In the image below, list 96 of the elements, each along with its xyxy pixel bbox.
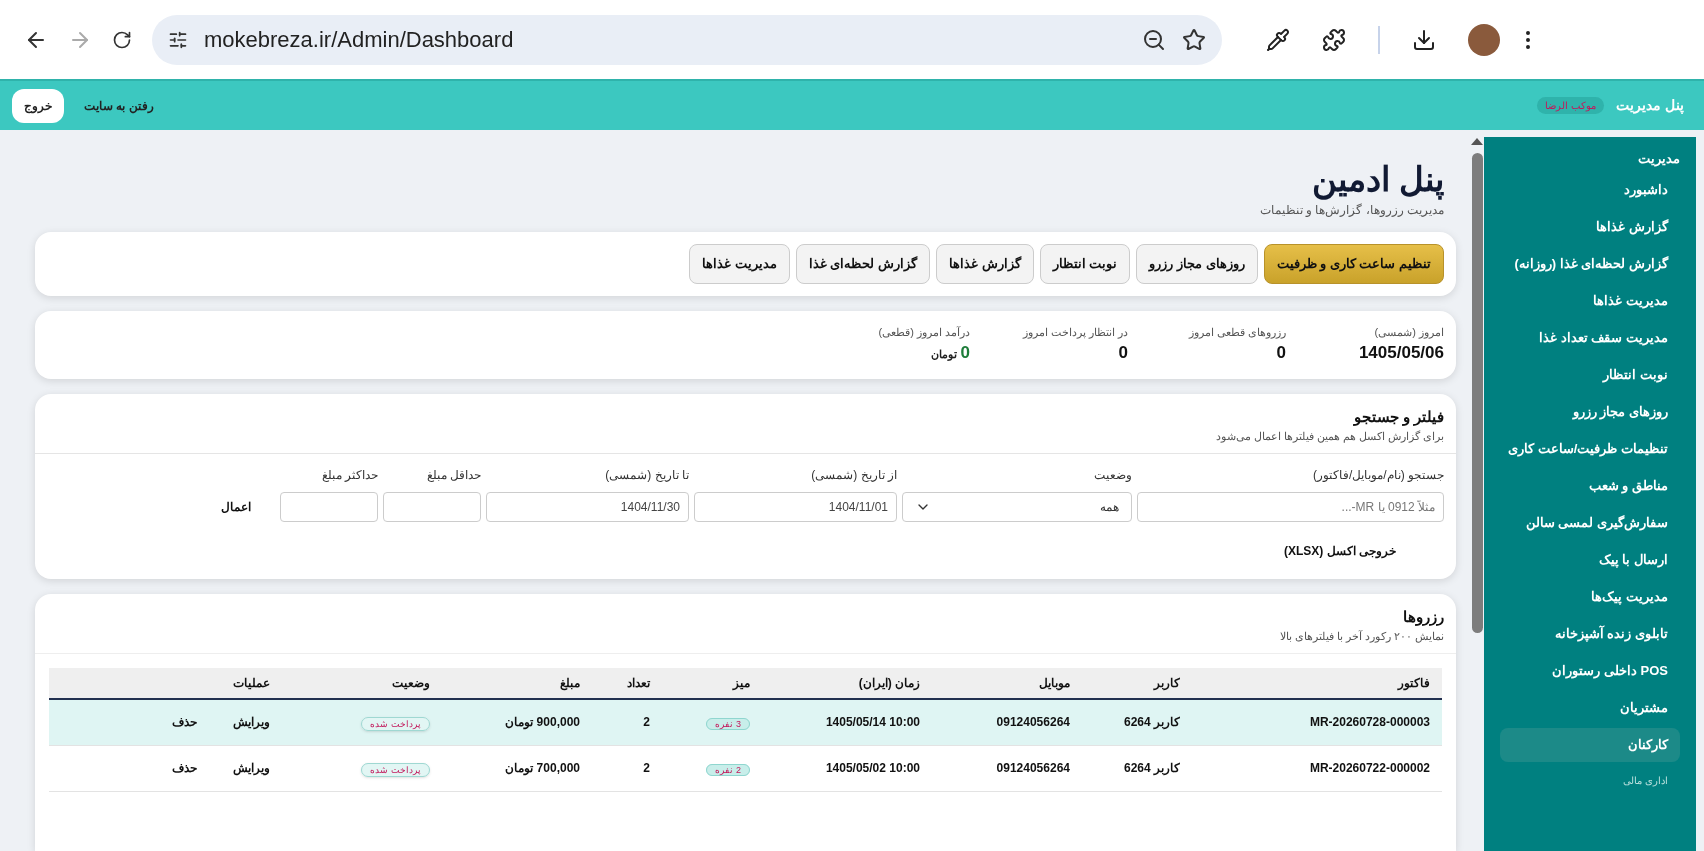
stat-unit: تومان: [930, 347, 957, 363]
table-cell-text: 10:00 1405/05/14: [824, 714, 921, 731]
column-header: زمان (ایران): [857, 674, 921, 692]
field-label: تا تاریخ (شمسی): [604, 466, 689, 484]
field-label: حداقل مبلغ: [425, 466, 481, 484]
field-label: جستجو (نام/موبایل/فاکتور): [1312, 466, 1444, 484]
table-cell-text: MR-20260728-000003: [1308, 714, 1431, 731]
sidebar-item[interactable]: ارسال با پیک: [1500, 543, 1680, 577]
sidebar-item[interactable]: داشبورد: [1500, 173, 1680, 207]
header-title: پنل مدیریت: [1616, 96, 1684, 116]
edit-link[interactable]: ویرایش: [233, 759, 270, 777]
sidebar-item[interactable]: تابلوی زنده آشپزخانه: [1500, 617, 1680, 651]
sidebar-item[interactable]: مدیریت سقف تعداد غذا: [1500, 321, 1680, 355]
table-cell-text: 2: [642, 760, 651, 777]
avatar[interactable]: [1468, 23, 1500, 56]
column-header: وضعیت: [391, 674, 431, 692]
input-field[interactable]: [280, 491, 378, 522]
column-header: فاکتور: [1396, 674, 1431, 692]
table-cell-text: 700,000 تومان: [504, 760, 581, 777]
sidebar-item[interactable]: مدیریت غذاها: [1500, 284, 1680, 318]
page-title: پنل ادمین: [1311, 159, 1444, 201]
stat-label: در انتظار پرداخت امروز: [1022, 324, 1128, 340]
stat-value: 1405/05/06: [1358, 342, 1444, 364]
tab[interactable]: مدیریت غذاها: [689, 243, 790, 284]
tab[interactable]: گزارش غذاها: [936, 243, 1034, 284]
zoom-icon[interactable]: [1142, 27, 1166, 52]
stat-value: 0: [1118, 342, 1128, 364]
address-bar[interactable]: mokebreza.ir/Admin/Dashboard: [152, 14, 1222, 65]
input-field[interactable]: مثلاً 0912 یا MR-...: [1137, 491, 1444, 522]
star-icon[interactable]: [1182, 27, 1206, 52]
edit-link[interactable]: ویرایش: [233, 713, 270, 731]
sidebar-item[interactable]: مشتریان: [1500, 691, 1680, 725]
tab[interactable]: نوبت انتظار: [1039, 243, 1131, 284]
column-header: میز: [731, 674, 751, 692]
logout-button[interactable]: خروج: [12, 88, 64, 123]
sidebar-item[interactable]: تنظیمات ظرفیت/ساعت کاری: [1500, 432, 1680, 466]
input-field[interactable]: 1404/11/01: [694, 491, 897, 522]
stat-label: درآمد امروز (قطعی): [878, 324, 970, 340]
sidebar-section-label: اداری مالی: [1622, 774, 1669, 788]
table-cell-text: 09124056264: [995, 714, 1071, 731]
reload-icon[interactable]: [112, 29, 132, 50]
delete-link[interactable]: حذف: [172, 713, 197, 731]
sidebar-item[interactable]: مناطق و شعب: [1500, 469, 1680, 503]
input-field[interactable]: [383, 491, 481, 522]
stat-label: امروز (شمسی): [1374, 324, 1444, 340]
table-cell-text: کاربر 6264: [1122, 714, 1181, 731]
sidebar-item[interactable]: مدیریت پیک‌ها: [1500, 580, 1680, 614]
sidebar-item[interactable]: کارکنان: [1500, 728, 1680, 762]
tab[interactable]: گزارش لحظه‌ای غذا: [795, 243, 931, 284]
site-link[interactable]: رفتن به سایت: [84, 96, 154, 115]
reservations-subtitle: نمایش ۲۰۰ رکورد آخر با فیلترهای بالا: [1279, 629, 1444, 645]
filter-subtitle: برای گزارش اکسل هم همین فیلترها اعمال می‌شود: [1215, 429, 1444, 445]
table-cell-text: 09124056264: [995, 760, 1071, 777]
eyedropper-icon[interactable]: [1266, 27, 1290, 52]
brand-badge: موکب الرضا: [1537, 97, 1605, 114]
reservations-title: رزروها: [1403, 606, 1444, 628]
url-text: mokebreza.ir/Admin/Dashboard: [204, 26, 515, 54]
table-badge: 3 نفره: [706, 718, 750, 730]
apply-button[interactable]: اعمال: [197, 491, 275, 522]
sidebar-item[interactable]: روزهای مجاز رزرو: [1500, 395, 1680, 429]
page-subtitle: مدیریت رزروها، گزارش‌ها و تنظیمات: [1259, 201, 1444, 219]
stat-value: 0: [960, 342, 970, 364]
filter-title: فیلتر و جستجو: [1353, 406, 1444, 428]
field-label: حداکثر مبلغ: [320, 466, 378, 484]
input-field[interactable]: 1404/11/30: [486, 491, 689, 522]
table-cell-text: MR-20260722-000002: [1308, 760, 1431, 777]
column-header: عملیات: [232, 674, 271, 692]
export-button[interactable]: خروجی اکسل (XLSX): [1284, 541, 1396, 560]
table-cell-text: 2: [642, 714, 651, 731]
status-badge: پرداخت شده: [361, 763, 430, 777]
sidebar-item[interactable]: نوبت انتظار: [1500, 358, 1680, 392]
column-header: کاربر: [1152, 674, 1181, 692]
sidebar-item[interactable]: POS داخلی رستوران: [1500, 654, 1680, 688]
field-label: از تاریخ (شمسی): [810, 466, 897, 484]
table-cell-text: 10:00 1405/05/02: [824, 760, 921, 777]
extensions-icon[interactable]: [1322, 27, 1346, 52]
table-cell-text: کاربر 6264: [1122, 760, 1181, 777]
stat-value: 0: [1276, 342, 1286, 364]
table-badge: 2 نفره: [706, 764, 750, 776]
delete-link[interactable]: حذف: [172, 759, 197, 777]
site-settings-icon[interactable]: [168, 29, 188, 50]
table-cell-text: 900,000 تومان: [504, 714, 581, 731]
status-badge: پرداخت شده: [361, 717, 430, 731]
column-header: مبلغ: [559, 674, 581, 692]
stat-label: رزروهای قطعی امروز: [1188, 324, 1286, 340]
tab[interactable]: تنظیم ساعت کاری و ظرفیت: [1263, 243, 1444, 284]
sidebar-item[interactable]: سفارش‌گیری لمسی سالن: [1500, 506, 1680, 540]
tab[interactable]: روزهای مجاز رزرو: [1136, 243, 1258, 284]
field-label: وضعیت: [1093, 466, 1132, 484]
column-header: تعداد: [626, 674, 652, 692]
status-select[interactable]: همه: [902, 491, 1132, 522]
column-header: موبایل: [1038, 674, 1071, 692]
download-icon[interactable]: [1412, 27, 1436, 52]
sidebar-item[interactable]: گزارش غذاها: [1500, 210, 1680, 244]
sidebar-item[interactable]: گزارش لحظه‌ای غذا (روزانه): [1500, 247, 1680, 281]
sidebar-title: مدیریت: [1637, 150, 1680, 169]
